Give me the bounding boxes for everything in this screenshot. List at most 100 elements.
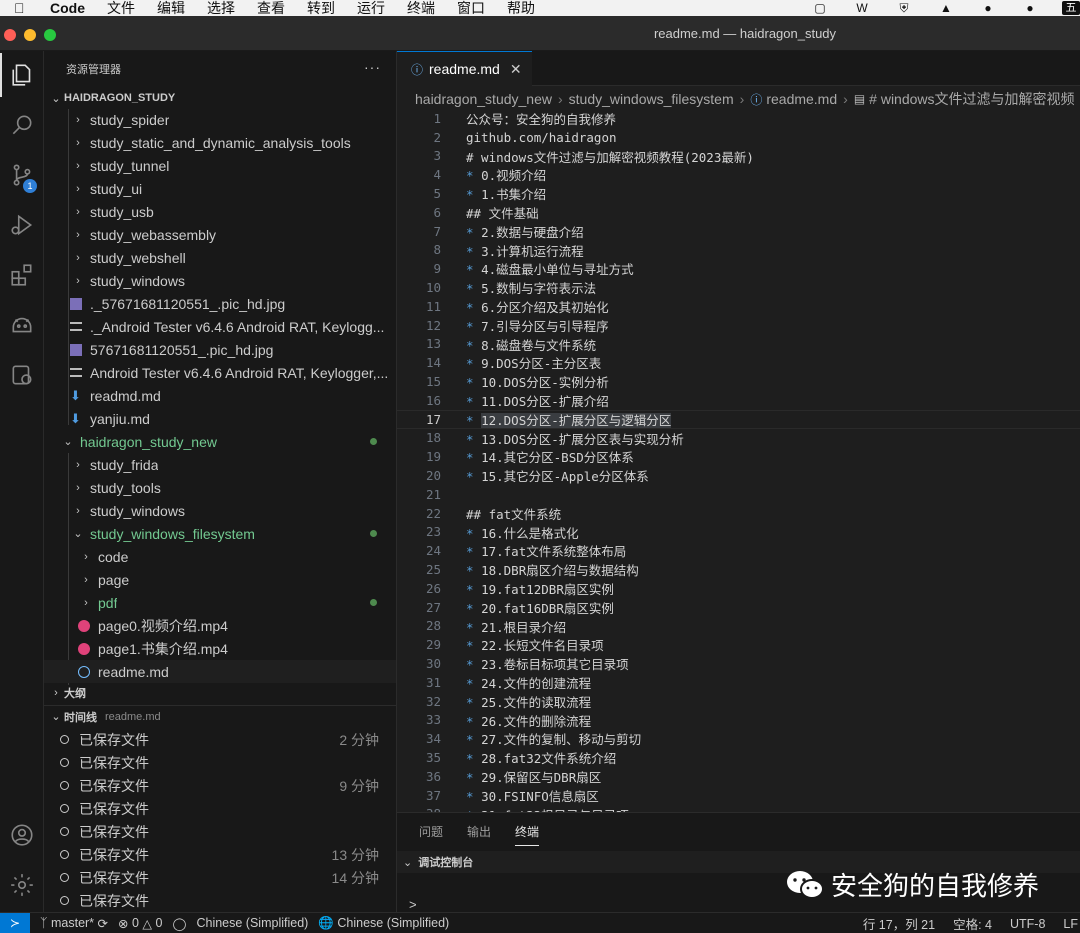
code-line[interactable]: 35 * 28.fat32文件系统介绍 [397, 748, 1080, 767]
tab-readme[interactable]: ⓘ readme.md ✕ [397, 51, 532, 86]
code-line[interactable]: 1 公众号：安全狗的自我修养 [397, 109, 1080, 128]
tab-terminal[interactable]: 终端 [515, 823, 540, 846]
tree-file[interactable]: page1.书集介绍.mp4 [44, 637, 396, 660]
code-line[interactable]: 23 * 16.什么是格式化 [397, 523, 1080, 542]
remote-explorer-icon[interactable] [0, 353, 44, 397]
menu-selection[interactable]: 选择 [207, 0, 235, 16]
run-debug-icon[interactable] [0, 203, 44, 247]
tree-file[interactable]: ⬇ yanjiu.md [44, 407, 396, 430]
tree-folder[interactable]: › study_windows [44, 499, 396, 522]
code-line[interactable]: 24 * 17.fat文件系统整体布局 [397, 541, 1080, 560]
encoding[interactable]: UTF-8 [1010, 917, 1045, 931]
tree-folder[interactable]: › study_tools [44, 476, 396, 499]
code-line[interactable]: 6 ## 文件基础 [397, 203, 1080, 222]
timeline-entry[interactable]: 已保存文件 [44, 797, 396, 820]
settings-gear-icon[interactable] [0, 863, 44, 907]
timeline-section[interactable]: ⌄ 时间线 readme.md [44, 705, 396, 727]
code-line[interactable]: 33 * 26.文件的删除流程 [397, 711, 1080, 730]
console-prompt[interactable]: > [409, 897, 417, 912]
menu-edit[interactable]: 编辑 [157, 0, 185, 16]
code-line[interactable]: 17 * 12.DOS分区-扩展分区与逻辑分区 [397, 409, 1080, 429]
more-actions-icon[interactable]: ··· [364, 59, 381, 75]
tree-file[interactable]: page0.视频介绍.mp4 [44, 614, 396, 637]
tree-folder[interactable]: › code [44, 545, 396, 568]
code-line[interactable]: 21 [397, 485, 1080, 504]
account-icon[interactable] [0, 813, 44, 857]
tree-folder[interactable]: › study_frida [44, 453, 396, 476]
menu-help[interactable]: 帮助 [507, 0, 535, 16]
code-line[interactable]: 37 * 30.FSINFO信息扇区 [397, 786, 1080, 805]
code-line[interactable]: 2 github.com/haidragon [397, 128, 1080, 147]
tree-file[interactable]: ⬇ readmd.md [44, 384, 396, 407]
code-line[interactable]: 34 * 27.文件的复制、移动与剪切 [397, 729, 1080, 748]
tree-folder[interactable]: › study_windows [44, 269, 396, 292]
code-line[interactable]: 4 * 0.视频介绍 [397, 165, 1080, 184]
code-line[interactable]: 31 * 24.文件的创建流程 [397, 673, 1080, 692]
timeline-entry[interactable]: 已保存文件 13 分钟 [44, 843, 396, 866]
tree-file[interactable]: ._57671681120551_.pic_hd.jpg [44, 292, 396, 315]
code-line[interactable]: 25 * 18.DBR扇区介绍与数据结构 [397, 560, 1080, 579]
language-pack-2[interactable]: 🌐 Chinese (Simplified) [318, 916, 449, 931]
apple-icon[interactable]:  [14, 0, 34, 16]
group-icon[interactable]: ● [978, 1, 998, 15]
outline-section[interactable]: › 大纲 [44, 682, 396, 704]
line-ending[interactable]: LF [1063, 917, 1078, 931]
code-line[interactable]: 30 * 23.卷标目标项其它目录项 [397, 654, 1080, 673]
menu-run[interactable]: 运行 [357, 0, 385, 16]
workspace-root[interactable]: ⌄ HAIDRAGON_STUDY [44, 87, 396, 109]
camera-icon[interactable]: ▢ [810, 1, 830, 15]
cursor-position[interactable]: 行 17，列 21 [863, 914, 935, 933]
code-line[interactable]: 20 * 15.其它分区-Apple分区体系 [397, 466, 1080, 485]
timeline-entry[interactable]: 已保存文件 [44, 751, 396, 774]
tree-folder[interactable]: › study_tunnel [44, 154, 396, 177]
code-line[interactable]: 8 * 3.计算机运行流程 [397, 241, 1080, 260]
timeline-entry[interactable]: 已保存文件 2 分钟 [44, 728, 396, 751]
wechat-icon[interactable]: ● [1020, 1, 1040, 15]
code-editor[interactable]: 1 公众号：安全狗的自我修养 2 github.com/haidragon 3 # win… [397, 109, 1080, 812]
code-line[interactable]: 11 * 6.分区介绍及其初始化 [397, 297, 1080, 316]
menu-view[interactable]: 查看 [257, 0, 285, 16]
code-line[interactable]: 12 * 7.引导分区与引导程序 [397, 316, 1080, 335]
shield-icon[interactable]: ⛨ [894, 1, 914, 15]
extensions-icon[interactable] [0, 253, 44, 297]
code-line[interactable]: 27 * 20.fat16DBR扇区实例 [397, 598, 1080, 617]
tree-folder-open[interactable]: ⌄ haidragon_study_new [44, 430, 396, 453]
code-line[interactable]: 7 * 2.数据与硬盘介绍 [397, 222, 1080, 241]
code-line[interactable]: 36 * 29.保留区与DBR扇区 [397, 767, 1080, 786]
code-line[interactable]: 22 ## fat文件系统 [397, 504, 1080, 523]
tree-file[interactable]: ._Android Tester v6.4.6 Android RAT, Key… [44, 315, 396, 338]
tree-folder[interactable]: › study_spider [44, 108, 396, 131]
timeline-entry[interactable]: 已保存文件 [44, 889, 396, 912]
android-robot-icon[interactable] [0, 303, 44, 347]
close-icon[interactable]: ✕ [510, 61, 522, 78]
menu-window[interactable]: 窗口 [457, 0, 485, 16]
breadcrumb-item[interactable]: # windows文件过滤与加解密视频 [869, 89, 1074, 109]
breadcrumb-item[interactable]: study_windows_filesystem [569, 91, 734, 107]
tree-folder[interactable]: › study_webshell [44, 246, 396, 269]
code-line[interactable]: 3 # windows文件过滤与加解密视频教程(2023最新) [397, 147, 1080, 166]
explorer-icon[interactable] [0, 53, 44, 97]
indentation[interactable]: 空格: 4 [953, 914, 992, 933]
breadcrumb-item[interactable]: haidragon_study_new [415, 91, 552, 107]
code-line[interactable]: 10 * 5.数制与字符表示法 [397, 278, 1080, 297]
timeline-entry[interactable]: 已保存文件 9 分钟 [44, 774, 396, 797]
tree-folder[interactable]: › page [44, 568, 396, 591]
code-line[interactable]: 32 * 25.文件的读取流程 [397, 692, 1080, 711]
tree-folder-open[interactable]: ⌄ study_windows_filesystem [44, 522, 396, 545]
menu-app-name[interactable]: Code [50, 0, 85, 16]
code-line[interactable]: 26 * 19.fat12DBR扇区实例 [397, 579, 1080, 598]
code-line[interactable]: 13 * 8.磁盘卷与文件系统 [397, 335, 1080, 354]
wps-icon[interactable]: W [852, 1, 872, 15]
menu-file[interactable]: 文件 [107, 0, 135, 16]
search-icon[interactable] [0, 103, 44, 147]
code-line[interactable]: 14 * 9.DOS分区-主分区表 [397, 353, 1080, 372]
code-line[interactable]: 9 * 4.磁盘最小单位与寻址方式 [397, 259, 1080, 278]
git-branch[interactable]: ᛉ master* ⟳ [40, 916, 108, 931]
remote-indicator-icon[interactable]: ≻ [0, 912, 30, 933]
tree-folder[interactable]: › study_webassembly [44, 223, 396, 246]
code-line[interactable]: 15 * 10.DOS分区-实例分析 [397, 372, 1080, 391]
tree-file-active[interactable]: readme.md [44, 660, 396, 683]
bell-icon[interactable]: ▲ [936, 1, 956, 15]
tree-folder[interactable]: › study_ui [44, 177, 396, 200]
timeline-entry[interactable]: 已保存文件 [44, 820, 396, 843]
